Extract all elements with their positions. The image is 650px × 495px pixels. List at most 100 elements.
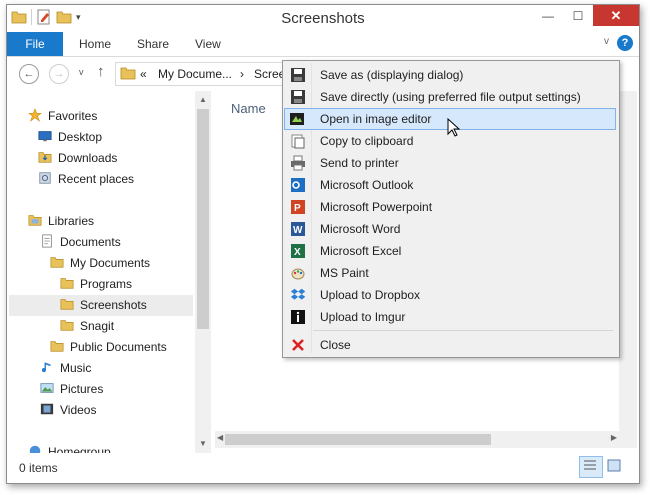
menu-item-microsoft-powerpoint[interactable]: P Microsoft Powerpoint bbox=[285, 196, 615, 218]
nav-item-homegroup[interactable]: Homegroup bbox=[27, 442, 111, 453]
nav-item-label: Homegroup bbox=[48, 445, 111, 453]
svg-text:P: P bbox=[294, 203, 301, 214]
nav-item-pictures[interactable]: Pictures bbox=[39, 379, 103, 400]
breadcrumb-my-documents[interactable]: My Docume... bbox=[158, 67, 232, 81]
expand-ribbon-chevron-icon[interactable]: v bbox=[604, 36, 609, 47]
navigation-pane-scrollbar[interactable]: ▲ ▼ bbox=[195, 91, 211, 453]
nav-item-desktop[interactable]: Desktop bbox=[37, 127, 102, 148]
close-icon bbox=[292, 339, 304, 351]
menu-item-label: Microsoft Excel bbox=[320, 244, 402, 258]
menu-item-save-as[interactable]: Save as (displaying dialog) bbox=[285, 64, 615, 86]
back-button[interactable]: ← bbox=[19, 64, 39, 84]
star-icon bbox=[28, 108, 42, 122]
dropbox-icon bbox=[290, 288, 306, 300]
details-view-icon bbox=[584, 460, 596, 470]
menu-item-ms-paint[interactable]: MS Paint bbox=[285, 262, 615, 284]
folder-icon bbox=[50, 257, 64, 268]
tab-view[interactable]: View bbox=[195, 32, 221, 56]
navigation-pane: Favorites Desktop Downloads Recent place… bbox=[7, 91, 211, 453]
scrollbar-thumb[interactable] bbox=[225, 434, 491, 445]
menu-item-upload-to-dropbox[interactable]: Upload to Dropbox bbox=[285, 284, 615, 306]
menu-item-microsoft-word[interactable]: W Microsoft Word bbox=[285, 218, 615, 240]
nav-item-documents[interactable]: Documents bbox=[39, 232, 121, 253]
menu-item-microsoft-outlook[interactable]: Microsoft Outlook bbox=[285, 174, 615, 196]
folder-icon bbox=[60, 320, 74, 331]
nav-item-my-documents[interactable]: My Documents bbox=[49, 253, 150, 274]
homegroup-icon bbox=[29, 445, 41, 453]
nav-item-label: Programs bbox=[80, 277, 133, 291]
tab-home[interactable]: Home bbox=[79, 32, 111, 56]
folder-icon bbox=[50, 341, 64, 352]
nav-item-recent-places[interactable]: Recent places bbox=[37, 169, 134, 190]
menu-item-microsoft-excel[interactable]: X Microsoft Excel bbox=[285, 240, 615, 262]
nav-item-label: My Documents bbox=[70, 256, 151, 270]
minimize-button[interactable]: — bbox=[533, 5, 563, 26]
clipboard-icon bbox=[291, 134, 305, 149]
help-button[interactable]: ? bbox=[617, 35, 633, 51]
details-view-button[interactable] bbox=[579, 456, 603, 478]
maximize-button[interactable]: ☐ bbox=[563, 5, 593, 26]
nav-item-programs[interactable]: Programs bbox=[59, 274, 132, 295]
powerpoint-icon: P bbox=[291, 200, 305, 214]
menu-item-label: Send to printer bbox=[320, 156, 399, 170]
menu-item-save-directly[interactable]: Save directly (using preferred file outp… bbox=[285, 86, 615, 108]
menu-item-label: Upload to Imgur bbox=[320, 310, 406, 324]
image-editor-icon bbox=[290, 113, 304, 125]
forward-button[interactable]: → bbox=[49, 64, 69, 84]
recent-locations-chevron-icon[interactable]: v bbox=[79, 67, 84, 77]
breadcrumb-overflow[interactable]: « bbox=[140, 67, 147, 81]
nav-item-label: Screenshots bbox=[80, 298, 147, 312]
close-button[interactable]: ✕ bbox=[593, 5, 639, 26]
items-count: 0 items bbox=[19, 461, 58, 475]
scroll-left-arrow-icon[interactable]: ◀ bbox=[217, 433, 223, 442]
folder-icon bbox=[120, 67, 136, 80]
nav-item-videos[interactable]: Videos bbox=[39, 400, 96, 421]
nav-item-music[interactable]: Music bbox=[39, 358, 91, 379]
nav-item-label: Public Documents bbox=[70, 340, 167, 354]
menu-item-label: Save directly (using preferred file outp… bbox=[320, 90, 581, 104]
imgur-icon bbox=[291, 310, 305, 324]
nav-item-downloads[interactable]: Downloads bbox=[37, 148, 117, 169]
documents-icon bbox=[42, 234, 52, 248]
nav-item-label: Desktop bbox=[58, 130, 103, 144]
breadcrumb-separator[interactable]: › bbox=[240, 67, 244, 81]
nav-item-favorites[interactable]: Favorites bbox=[27, 106, 97, 127]
menu-item-label: Microsoft Word bbox=[320, 222, 401, 236]
nav-item-label: Recent places bbox=[58, 172, 135, 186]
large-icons-view-icon bbox=[607, 459, 621, 472]
scrollbar-thumb[interactable] bbox=[197, 109, 209, 329]
large-icons-view-button[interactable] bbox=[603, 456, 627, 478]
menu-item-close[interactable]: Close bbox=[285, 334, 615, 356]
nav-item-public-documents[interactable]: Public Documents bbox=[49, 337, 167, 358]
horizontal-scrollbar[interactable]: ◀ ▶ bbox=[215, 431, 619, 448]
ribbon-tabs: File Home Share View v ? bbox=[7, 32, 639, 57]
floppy-icon bbox=[291, 90, 305, 104]
menu-item-label: Microsoft Powerpoint bbox=[320, 200, 433, 214]
nav-item-libraries[interactable]: Libraries bbox=[27, 211, 94, 232]
nav-item-snagit[interactable]: Snagit bbox=[59, 316, 114, 337]
nav-item-label: Videos bbox=[60, 403, 97, 417]
downloads-folder-icon bbox=[38, 152, 52, 163]
file-list-scrollbar[interactable] bbox=[619, 91, 637, 448]
scroll-right-arrow-icon[interactable]: ▶ bbox=[611, 433, 617, 442]
menu-item-send-to-printer[interactable]: Send to printer bbox=[285, 152, 615, 174]
printer-icon bbox=[291, 155, 305, 171]
tab-share[interactable]: Share bbox=[137, 32, 169, 56]
title-bar: ▾ Screenshots — ☐ ✕ bbox=[7, 5, 639, 31]
nav-item-screenshots[interactable]: Screenshots bbox=[9, 295, 193, 316]
menu-item-upload-to-imgur[interactable]: Upload to Imgur bbox=[285, 306, 615, 328]
scroll-down-arrow-icon[interactable]: ▼ bbox=[199, 439, 207, 448]
window-controls: — ☐ ✕ bbox=[533, 5, 639, 26]
menu-item-label: Microsoft Outlook bbox=[320, 178, 414, 192]
libraries-icon bbox=[28, 215, 42, 226]
folder-icon bbox=[60, 278, 74, 289]
scroll-up-arrow-icon[interactable]: ▲ bbox=[199, 95, 207, 104]
nav-item-label: Favorites bbox=[48, 109, 98, 123]
menu-item-label: Open in image editor bbox=[320, 112, 432, 126]
desktop-icon bbox=[38, 131, 52, 142]
tab-file[interactable]: File bbox=[7, 32, 63, 56]
nav-item-label: Downloads bbox=[58, 151, 118, 165]
column-header-name[interactable]: Name bbox=[231, 101, 266, 116]
outlook-icon bbox=[291, 178, 305, 192]
up-button[interactable]: ↑ bbox=[97, 63, 105, 80]
